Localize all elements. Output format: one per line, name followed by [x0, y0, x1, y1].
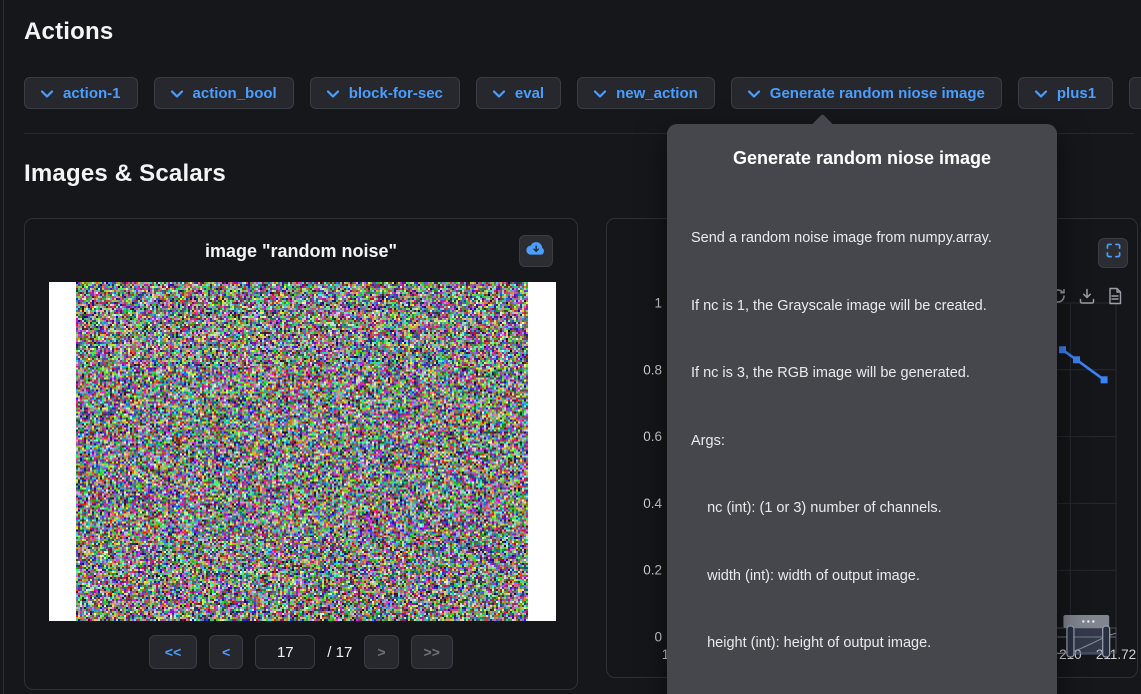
description-line: If nc is 1, the Grayscale image will be …	[691, 295, 1033, 318]
action-button-plus1[interactable]: plus1	[1018, 77, 1113, 109]
download-icon[interactable]	[1078, 287, 1096, 310]
action-button-label: action_bool	[193, 85, 277, 102]
action-button-label: eval	[515, 85, 544, 102]
actions-button-row: action-1 action_bool block-for-sec eval …	[24, 77, 1141, 109]
action-button-action-bool[interactable]: action_bool	[154, 77, 294, 109]
description-line: If nc is 3, the RGB image will be genera…	[691, 362, 1033, 385]
svg-text:1: 1	[654, 296, 662, 311]
action-button-label: new_action	[616, 85, 698, 102]
image-card: image "random noise" << < / 17 > >>	[24, 218, 578, 690]
cloud-download-icon	[526, 241, 546, 262]
data-view-icon[interactable]	[1107, 287, 1123, 310]
chevron-down-icon	[1035, 85, 1047, 102]
pagination: << < / 17 > >>	[25, 635, 577, 669]
action-button-generate-random-niose-image[interactable]: Generate random niose image	[731, 77, 1002, 109]
actions-section-title: Actions	[24, 18, 113, 46]
svg-text:0.6: 0.6	[643, 429, 662, 444]
prev-page-button[interactable]: <	[209, 635, 243, 669]
page-number-input[interactable]	[255, 635, 315, 669]
left-rail	[3, 0, 4, 694]
chevron-down-icon	[327, 85, 339, 102]
action-popup: Generate random niose image Send a rando…	[667, 124, 1057, 694]
action-button-label: block-for-sec	[349, 85, 443, 102]
action-button-eval[interactable]: eval	[476, 77, 561, 109]
chevron-down-icon	[41, 85, 53, 102]
chart-toolbar	[1049, 287, 1123, 310]
svg-text:0: 0	[654, 630, 662, 645]
action-button-action-1[interactable]: action-1	[24, 77, 138, 109]
chevron-down-icon	[171, 85, 183, 102]
random-noise-image	[76, 282, 528, 621]
popup-title: Generate random niose image	[691, 148, 1033, 169]
description-line: Args:	[691, 430, 1033, 453]
action-button-new-action[interactable]: new_action	[577, 77, 715, 109]
description-line: height (int): height of output image.	[691, 632, 1033, 655]
image-card-title: image "random noise"	[25, 241, 577, 262]
svg-text:0.4: 0.4	[643, 496, 662, 511]
next-page-button[interactable]: >	[364, 635, 398, 669]
chevron-down-icon	[594, 85, 606, 102]
page-total-label: / 17	[327, 644, 352, 661]
images-scalars-section-title: Images & Scalars	[24, 160, 226, 188]
svg-text:0.2: 0.2	[643, 563, 662, 578]
chevron-down-icon	[748, 85, 760, 102]
svg-text:0.8: 0.8	[643, 362, 662, 377]
chevron-down-icon	[493, 85, 505, 102]
last-page-button[interactable]: >>	[411, 635, 453, 669]
action-button-clipped[interactable]	[1129, 77, 1141, 109]
action-button-label: Generate random niose image	[770, 85, 985, 102]
first-page-button[interactable]: <<	[149, 635, 197, 669]
description-line: width (int): width of output image.	[691, 565, 1033, 588]
image-frame	[49, 282, 556, 621]
action-button-label: action-1	[63, 85, 121, 102]
popup-description: Send a random noise image from numpy.arr…	[691, 182, 1033, 694]
action-button-label: plus1	[1057, 85, 1096, 102]
description-line: Send a random noise image from numpy.arr…	[691, 227, 1033, 250]
description-line: nc (int): (1 or 3) number of channels.	[691, 497, 1033, 520]
cloud-download-button[interactable]	[519, 235, 553, 267]
action-button-block-for-sec[interactable]: block-for-sec	[310, 77, 460, 109]
